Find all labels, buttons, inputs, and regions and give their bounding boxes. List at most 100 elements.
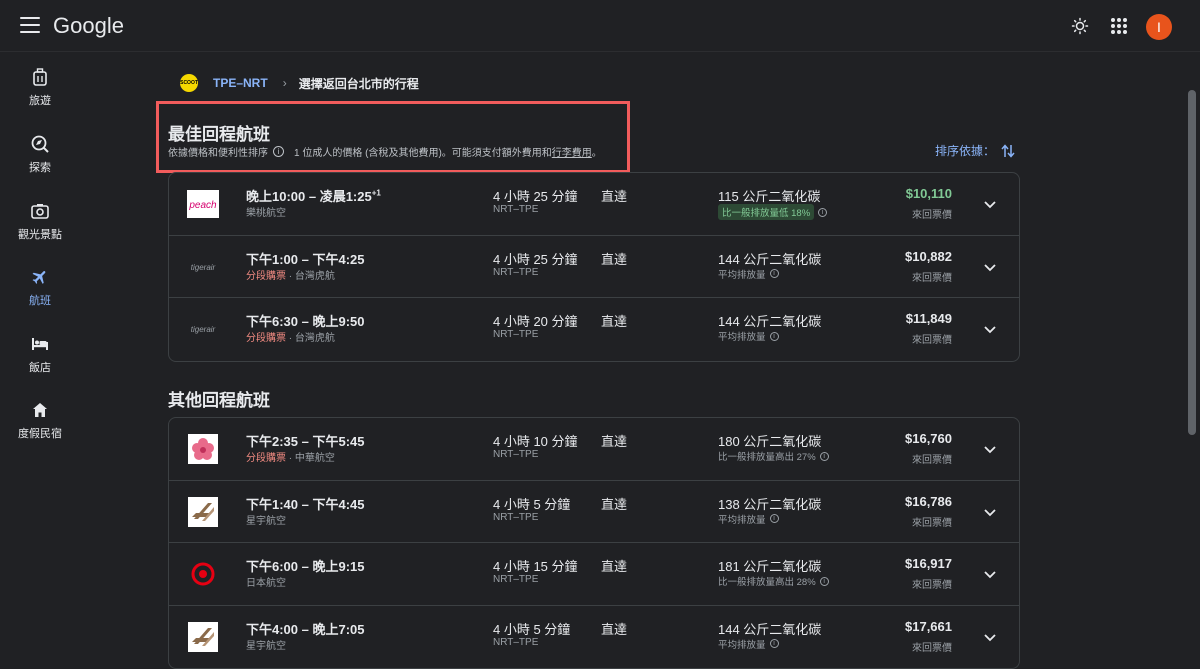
breadcrumb-current: 選擇返回台北市的行程: [298, 76, 419, 91]
sidebar-item-label: 探索: [29, 162, 51, 174]
sidebar-item-travel[interactable]: 旅遊: [0, 66, 80, 122]
airline-logo-icon: [187, 559, 219, 589]
svg-text:tigerair: tigerair: [191, 263, 216, 272]
price-type: 來回票價: [912, 335, 952, 346]
airline-logo-icon: tigerair: [187, 252, 219, 282]
flight-times: 下午1:00 – 下午4:25: [246, 251, 365, 267]
flight-airports: NRT–TPE: [493, 204, 539, 215]
info-icon[interactable]: i: [769, 514, 779, 523]
flight-times: 下午4:00 – 晚上7:05: [246, 621, 365, 637]
airline-info: 星宇航空: [246, 637, 286, 652]
flight-airports: NRT–TPE: [493, 266, 539, 278]
baggage-fees-link[interactable]: 行李費用: [552, 144, 592, 159]
menu-icon[interactable]: [20, 17, 40, 33]
co2-note: 比一般排放量低 18% i: [718, 204, 828, 220]
flight-row[interactable]: peach 晚上10:00 – 凌晨1:25+1 樂桃航空 4 小時 25 分鐘…: [169, 173, 1019, 236]
apps-grid-icon[interactable]: [1111, 18, 1127, 34]
sidebar-item-explore[interactable]: 探索: [0, 133, 80, 189]
flight-stops: 直達: [601, 559, 628, 574]
chevron-down-icon[interactable]: [983, 630, 997, 644]
chevron-down-icon[interactable]: [983, 197, 997, 211]
avatar[interactable]: I: [1146, 14, 1172, 40]
info-icon[interactable]: i: [819, 576, 829, 586]
flight-row[interactable]: tigerair 下午6:30 – 晚上9:50 分段購票 · 台灣虎航 4 小…: [169, 298, 1019, 361]
co2-emissions: 144 公斤二氧化碳: [718, 314, 822, 329]
flight-airports: NRT–TPE: [493, 329, 539, 340]
flight-stops: 直達: [601, 621, 628, 637]
flight-times: 晚上10:00 – 凌晨1:25+1: [246, 188, 381, 204]
sidebar-item-hotels[interactable]: 飯店: [0, 333, 80, 389]
airline-logo-icon: [187, 434, 219, 464]
airline-name: 星宇航空: [246, 515, 286, 527]
flight-row[interactable]: tigerair 下午1:00 – 下午4:25 分段購票 · 台灣虎航 4 小…: [169, 236, 1019, 298]
info-icon[interactable]: i: [769, 639, 779, 648]
home-icon: [29, 399, 51, 421]
co2-emissions: 144 公斤二氧化碳: [718, 251, 822, 267]
sidebar-item-label: 觀光景點: [18, 229, 62, 241]
best-flights-title: 最佳回程航班: [168, 125, 270, 144]
best-flights-list: peach 晚上10:00 – 凌晨1:25+1 樂桃航空 4 小時 25 分鐘…: [168, 172, 1020, 362]
co2-note: 平均排放量 i: [718, 329, 779, 343]
breadcrumb-route-link[interactable]: TPE–NRT: [213, 76, 268, 90]
flight-duration: 4 小時 10 分鐘: [493, 434, 578, 449]
sort-button[interactable]: 排序依據：: [935, 142, 1015, 159]
airline-name: 日本航空: [246, 578, 286, 589]
airline-name: · 中華航空: [286, 453, 335, 464]
chevron-down-icon[interactable]: [983, 260, 997, 274]
flight-times: 下午6:30 – 晚上9:50: [246, 314, 365, 329]
scrollbar[interactable]: [1188, 90, 1196, 435]
flight-row[interactable]: 下午6:00 – 晚上9:15 日本航空 4 小時 15 分鐘 NRT–TPE …: [169, 543, 1019, 606]
sidebar-item-label: 度假民宿: [18, 428, 62, 440]
bed-icon: [29, 333, 51, 355]
chevron-down-icon[interactable]: [983, 322, 997, 336]
flight-duration: 4 小時 25 分鐘: [493, 251, 578, 267]
flight-times: 下午2:35 – 下午5:45: [246, 434, 365, 449]
flight-duration: 4 小時 5 分鐘: [493, 621, 571, 637]
google-logo[interactable]: Google: [53, 13, 124, 39]
info-icon[interactable]: i: [819, 451, 829, 461]
info-icon[interactable]: i: [818, 207, 828, 217]
co2-note: 平均排放量 i: [718, 512, 779, 526]
flight-stops: 直達: [601, 251, 628, 267]
co2-emissions: 138 公斤二氧化碳: [718, 496, 822, 512]
chevron-down-icon[interactable]: [983, 505, 997, 519]
flight-price: $16,917: [905, 556, 952, 571]
best-flights-subtitle: 依據價格和便利性排序 i 1 位成人的價格 (含稅及其他費用)。可能須支付額外費…: [168, 144, 602, 159]
sort-note: 依據價格和便利性排序: [168, 148, 268, 159]
airline-name: 樂桃航空: [246, 208, 286, 219]
sort-label: 排序依據：: [935, 144, 996, 158]
chevron-down-icon[interactable]: [983, 442, 997, 456]
sidebar-item-attractions[interactable]: 觀光景點: [0, 200, 80, 256]
co2-note: 比一般排放量高出 27% i: [718, 449, 829, 463]
other-flights-list: 下午2:35 – 下午5:45 分段購票 · 中華航空 4 小時 10 分鐘 N…: [168, 417, 1020, 669]
sidebar-item-vacation-rentals[interactable]: 度假民宿: [0, 399, 80, 455]
camera-icon: [29, 200, 51, 222]
airline-logo-icon: [187, 621, 219, 652]
info-icon[interactable]: i: [273, 146, 284, 157]
flight-duration: 4 小時 25 分鐘: [493, 189, 578, 204]
airline-name: · 台灣虎航: [286, 270, 335, 282]
next-day-marker: +1: [371, 188, 381, 198]
airline-info: 分段購票 · 中華航空: [246, 449, 335, 464]
split-ticket-tag: 分段購票: [246, 453, 286, 464]
split-ticket-tag: 分段購票: [246, 333, 286, 344]
luggage-icon: [29, 66, 51, 88]
theme-toggle-icon[interactable]: [1071, 17, 1089, 35]
chevron-down-icon[interactable]: [983, 567, 997, 581]
flight-row[interactable]: 下午4:00 – 晚上7:05 星宇航空 4 小時 5 分鐘 NRT–TPE 直…: [169, 606, 1019, 669]
sidebar-item-flights[interactable]: 航班: [0, 266, 80, 322]
flight-row[interactable]: 下午1:40 – 下午4:45 星宇航空 4 小時 5 分鐘 NRT–TPE 直…: [169, 481, 1019, 543]
sidebar-item-label: 旅遊: [29, 95, 51, 107]
flight-price: $11,849: [905, 311, 952, 326]
airline-info: 分段購票 · 台灣虎航: [246, 267, 335, 282]
airline-name: 星宇航空: [246, 640, 286, 652]
flight-row[interactable]: 下午2:35 – 下午5:45 分段購票 · 中華航空 4 小時 10 分鐘 N…: [169, 418, 1019, 481]
info-icon[interactable]: i: [769, 269, 779, 278]
top-bar: Google I: [0, 0, 1200, 52]
flight-price: $10,110: [905, 186, 952, 201]
info-icon[interactable]: i: [769, 331, 779, 341]
sort-arrows-icon: [1001, 143, 1015, 158]
flight-airports: NRT–TPE: [493, 449, 539, 460]
co2-note: 平均排放量 i: [718, 267, 779, 281]
price-type: 來回票價: [912, 455, 952, 466]
